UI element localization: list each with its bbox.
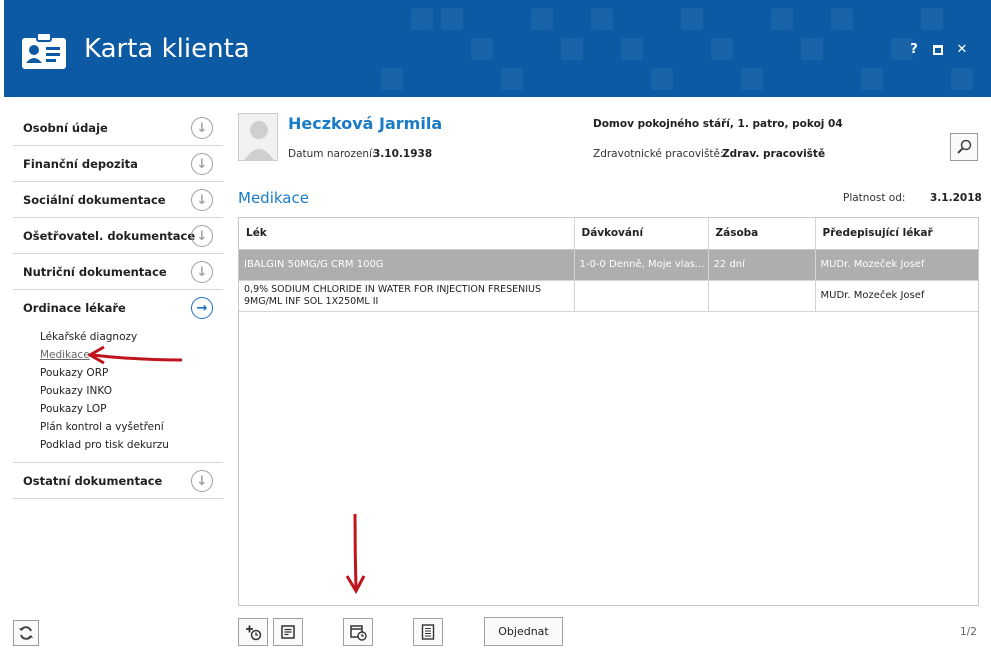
sidebar-item-osobni-udaje[interactable]: Osobní údaje ↓	[13, 110, 223, 146]
sidebar-item-label: Finanční depozita	[23, 156, 138, 171]
cell-dosage	[574, 280, 709, 312]
cell-stock: 22 dní	[708, 249, 816, 281]
maximize-button[interactable]	[933, 45, 943, 55]
expand-down-icon: ↓	[191, 470, 213, 492]
calendar-history-button[interactable]	[343, 618, 373, 646]
annotation-arrow-left-icon	[86, 345, 183, 365]
document-button[interactable]	[413, 618, 443, 646]
header-pattern	[371, 0, 991, 97]
client-card-icon	[22, 32, 66, 69]
notes-icon	[281, 625, 295, 639]
patient-name: Heczková Jarmila	[288, 114, 443, 133]
window-controls: ? ✕	[907, 42, 969, 57]
add-schedule-button[interactable]	[238, 618, 268, 646]
sub-item-podklad-dekurzu[interactable]: Podklad pro tisk dekurzu	[40, 436, 223, 454]
sidebar-item-label: Ordinace lékaře	[23, 301, 126, 315]
sub-item-plan-kontrol[interactable]: Plán kontrol a vyšetření	[40, 418, 223, 436]
patient-avatar	[238, 113, 278, 161]
dob-value: 3.10.1938	[373, 148, 433, 160]
sidebar-item-nutricni-dokumentace[interactable]: Nutriční dokumentace ↓	[13, 254, 223, 290]
sidebar-item-socialni-dokumentace[interactable]: Sociální dokumentace ↓	[13, 182, 223, 218]
add-schedule-icon	[246, 625, 262, 641]
cell-drug: 0,9% SODIUM CHLORIDE IN WATER FOR INJECT…	[239, 280, 575, 312]
workplace-value: Zdrav. pracoviště	[722, 148, 826, 160]
help-button[interactable]: ?	[907, 42, 921, 57]
notes-button[interactable]	[273, 618, 303, 646]
sidebar-item-ordinace-lekare[interactable]: Ordinace lékaře →	[13, 290, 223, 326]
section-title: Medikace	[238, 189, 309, 207]
page-indicator: 1/2	[960, 626, 977, 638]
sidebar-item-financni-depozita[interactable]: Finanční depozita ↓	[13, 146, 223, 182]
expand-down-icon: ↓	[191, 153, 213, 175]
app-header: Karta klienta ? ✕	[4, 0, 991, 97]
table-row[interactable]: IBALGIN 50MG/G CRM 100G 1-0-0 Denně, Moj…	[239, 249, 978, 281]
expand-down-icon: ↓	[191, 225, 213, 247]
expand-down-icon: ↓	[191, 189, 213, 211]
dob-label: Datum narození:	[288, 148, 376, 160]
column-header-doctor[interactable]: Předepisující lékař	[815, 218, 978, 250]
table-row[interactable]: 0,9% SODIUM CHLORIDE IN WATER FOR INJECT…	[239, 280, 978, 312]
close-button[interactable]: ✕	[955, 42, 969, 57]
document-icon	[421, 624, 435, 640]
sidebar-item-label: Ostatní dokumentace	[23, 473, 163, 488]
sub-item-poukazy-inko[interactable]: Poukazy INKO	[40, 382, 223, 400]
sidebar-item-osetrovatel-dokumentace[interactable]: Ošetřovatel. dokumentace ↓	[13, 218, 223, 254]
cell-stock	[708, 280, 816, 312]
window-title: Karta klienta	[84, 34, 250, 64]
patient-location: Domov pokojného stáří, 1. patro, pokoj 0…	[593, 118, 843, 130]
expand-down-icon: ↓	[191, 261, 213, 283]
cell-doctor: MUDr. Mozeček Josef	[815, 280, 978, 312]
column-header-drug[interactable]: Lék	[239, 218, 575, 250]
sidebar-item-label: Osobní údaje	[23, 120, 108, 135]
sidebar-item-ostatni-dokumentace[interactable]: Ostatní dokumentace ↓	[13, 463, 223, 499]
sidebar: Osobní údaje ↓ Finanční depozita ↓ Sociá…	[13, 110, 223, 499]
calendar-history-icon	[350, 625, 367, 641]
expand-right-icon: →	[191, 297, 213, 319]
annotation-arrow-down-icon	[345, 513, 366, 595]
expand-down-icon: ↓	[191, 117, 213, 139]
sidebar-item-label: Ošetřovatel. dokumentace	[23, 228, 196, 243]
search-button[interactable]	[950, 133, 978, 161]
workplace-label: Zdravotnické pracoviště:	[593, 148, 724, 160]
search-icon	[957, 139, 972, 154]
sidebar-item-label: Sociální dokumentace	[23, 192, 166, 207]
cell-dosage: 1-0-0 Denně, Moje vlas...	[574, 249, 709, 281]
table-header-row: Lék Dávkování Zásoba Předepisující lékař	[239, 218, 978, 250]
cell-doctor: MUDr. Mozeček Josef	[815, 249, 978, 281]
user-silhouette-icon	[244, 121, 274, 160]
valid-from-label: Platnost od:	[843, 192, 906, 204]
refresh-icon	[19, 626, 33, 640]
cell-drug: IBALGIN 50MG/G CRM 100G	[239, 249, 575, 281]
column-header-stock[interactable]: Zásoba	[708, 218, 816, 250]
order-button[interactable]: Objednat	[484, 617, 563, 646]
valid-from-value: 3.1.2018	[930, 192, 982, 204]
sub-item-poukazy-lop[interactable]: Poukazy LOP	[40, 400, 223, 418]
column-header-dosage[interactable]: Dávkování	[574, 218, 709, 250]
refresh-button[interactable]	[13, 620, 39, 646]
sidebar-item-label: Nutriční dokumentace	[23, 264, 167, 279]
